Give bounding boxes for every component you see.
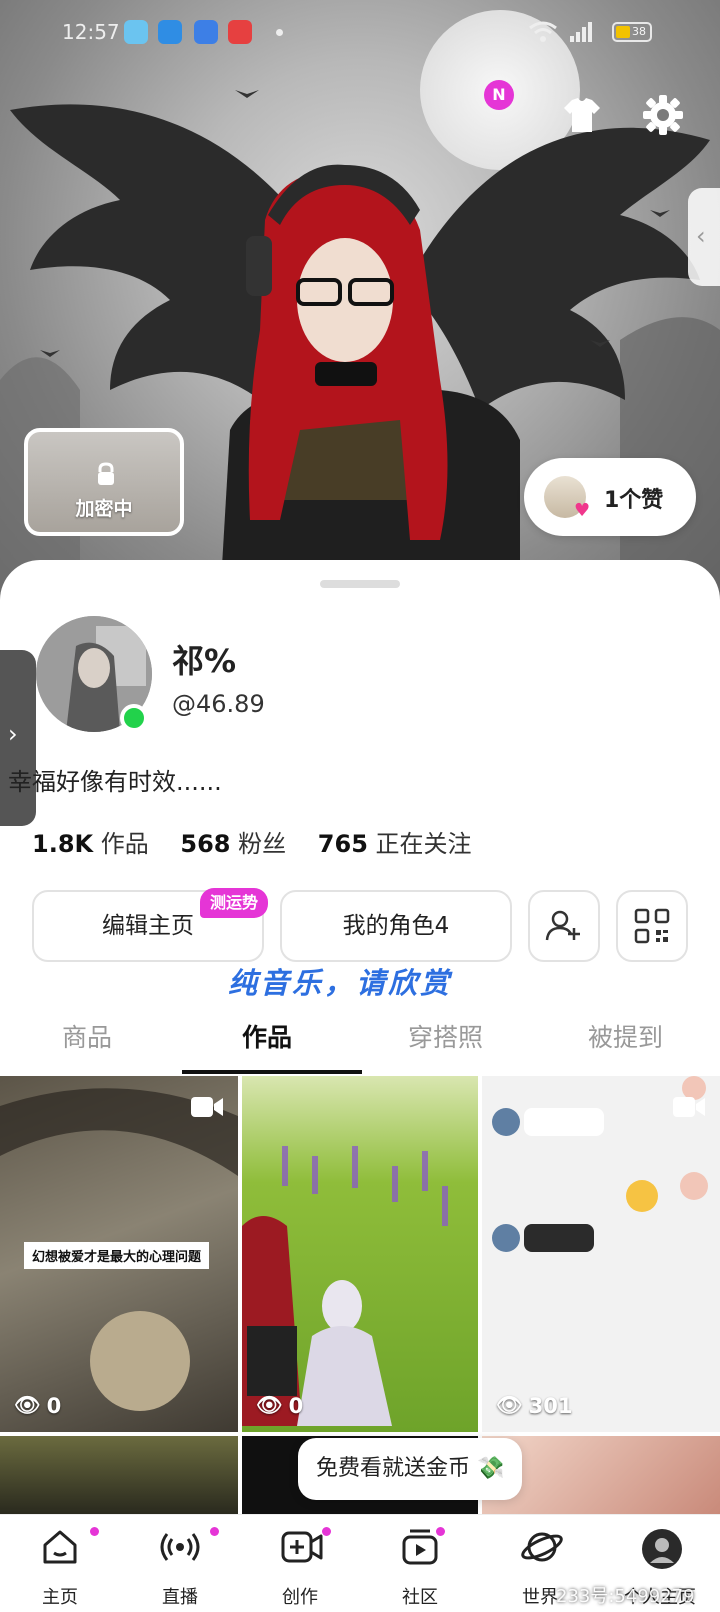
eye-icon: 👁 [14,1393,41,1417]
chevron-right-icon: › [8,720,18,748]
view-count: 👁 0 [14,1393,62,1418]
work-tile[interactable]: 👁 0 [242,1076,478,1432]
battery-icon: 38 [612,22,652,42]
eye-icon: 👁 [496,1393,523,1417]
content-tabs: 商品 作品 穿搭照 被提到 [0,1008,720,1078]
locked-card-label: 加密中 [75,498,133,520]
video-icon [191,1097,223,1117]
work-tile[interactable] [0,1436,238,1514]
stat-works[interactable]: 1.8K 作品 [32,830,149,858]
status-bar: 12:57 38 [0,0,720,64]
active-tab-indicator [182,1070,362,1074]
video-icon [673,1097,705,1117]
add-user-icon [545,910,580,941]
work-thumbnail [492,1076,708,1252]
gear-icon[interactable] [642,94,684,136]
watermark-text: 233号:5499279 [556,1586,695,1607]
create-icon [281,1531,323,1563]
nav-community[interactable]: 社区 [360,1515,480,1612]
live-icon [160,1533,200,1561]
locked-room-card[interactable]: 加密中 [24,428,184,536]
planet-icon [521,1532,563,1562]
profile-bio: 幸福好像有时效...... [8,768,222,796]
sheet-grab-handle[interactable] [320,580,400,588]
tab-mentions[interactable]: 被提到 [588,1018,663,1054]
more-notifications-icon [276,29,283,36]
lock-icon [98,462,114,485]
profile-name: 祁% [172,642,237,680]
nav-create-badge [322,1527,331,1536]
app-notification-icon [158,20,182,44]
qr-code-button[interactable] [616,890,688,962]
stat-followers[interactable]: 568 粉丝 [180,830,286,858]
outfit-icon[interactable] [562,96,602,134]
music-banner: 纯音乐，请欣赏 [228,966,453,1000]
nav-community-badge [436,1527,445,1536]
app-notification-icon [228,20,252,44]
battery-level: 38 [632,25,646,38]
online-status-dot [120,704,148,732]
nav-live-badge [210,1527,219,1536]
tab-outfits[interactable]: 穿搭照 [408,1018,483,1054]
view-count: 👁 0 [256,1393,304,1418]
notification-badge[interactable]: N [484,80,514,110]
free-coins-promo[interactable]: 免费看就送金币 💸 [298,1438,523,1500]
profile-handle: @46.89 [172,690,265,718]
community-icon [402,1529,438,1565]
tab-works[interactable]: 作品 [242,1018,292,1054]
left-drawer-handle[interactable]: › [0,650,36,826]
tab-products[interactable]: 商品 [62,1018,112,1054]
likes-pill[interactable]: ♥ 1个赞 [524,458,696,536]
profile-icon [642,1529,682,1569]
likes-count: 1个赞 [604,488,664,513]
nav-create[interactable]: 创作 [240,1515,360,1612]
nav-live[interactable]: 直播 [120,1515,240,1612]
wifi-icon [529,21,557,42]
right-drawer-handle[interactable]: ‹ [688,188,720,286]
heart-icon: ♥ [574,500,591,521]
home-icon [43,1530,77,1564]
profile-stats: 1.8K 作品 568 粉丝 765 正在关注 [32,824,496,859]
status-time: 12:57 [62,20,120,44]
work-tile[interactable]: 👁 301 [482,1076,720,1432]
nav-home-badge [90,1527,99,1536]
my-roles-button[interactable]: 我的角色4 [280,890,512,962]
chevron-left-icon: ‹ [696,222,706,250]
fortune-badge[interactable]: 测运势 [200,888,269,918]
app-notification-icon [124,20,148,44]
eye-icon: 👁 [256,1393,283,1417]
video-caption: 幻想被爱才是最大的心理问题 [24,1242,210,1269]
stat-following[interactable]: 765 正在关注 [318,830,472,858]
qr-code-icon [634,908,670,944]
work-thumbnail [242,1146,448,1426]
app-notification-icon [194,20,218,44]
signal-icon [570,22,592,42]
view-count: 👁 301 [496,1393,573,1418]
add-friend-button[interactable] [528,890,600,962]
work-tile[interactable]: 幻想被爱才是最大的心理问题 👁 0 [0,1076,238,1432]
nav-home[interactable]: 主页 [0,1515,120,1612]
